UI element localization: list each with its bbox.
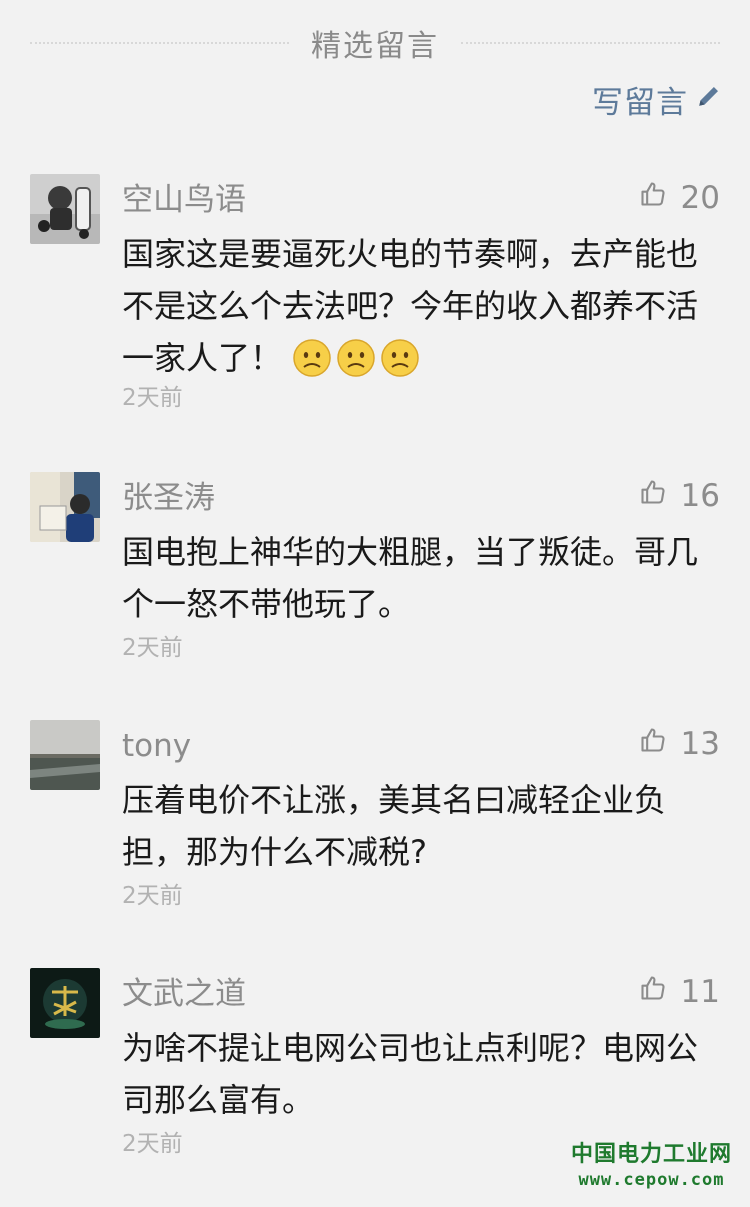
watermark-en: www.cepow.com — [578, 1170, 725, 1190]
sad-emoji-icon — [380, 339, 424, 377]
like-count: 11 — [680, 974, 720, 1010]
avatar[interactable] — [30, 720, 100, 790]
like-count: 16 — [680, 478, 720, 514]
thumbs-up-icon — [639, 180, 667, 216]
comment-nickname[interactable]: 张圣涛 — [122, 478, 215, 518]
thumbs-up-icon — [639, 974, 667, 1010]
comment-time: 2天前 — [122, 1131, 183, 1157]
write-comment-label: 写留言 — [592, 84, 688, 121]
comment-text: 为啥不提让电网公司也让点利呢？电网公司那么富有。 — [122, 1029, 699, 1119]
comment-time: 2天前 — [122, 385, 183, 411]
comment-text: 压着电价不让涨，美其名曰减轻企业负担，那为什么不减税? — [122, 781, 667, 871]
thumbs-up-icon — [639, 478, 667, 514]
avatar[interactable] — [30, 174, 100, 244]
like-count: 13 — [680, 726, 720, 762]
sad-emoji-icon — [336, 339, 380, 377]
comment-text: 国电抱上神华的大粗腿，当了叛徒。哥几个一怒不带他玩了。 — [122, 533, 699, 623]
divider-left — [30, 42, 289, 44]
comment-content: 国家这是要逼死火电的节奏啊，去产能也不是这么个去法吧？今年的收入都养不活一家人了… — [122, 228, 722, 384]
comment-nickname[interactable]: 空山鸟语 — [122, 180, 246, 220]
like-count: 20 — [680, 180, 720, 216]
thumbs-up-icon — [639, 726, 667, 762]
avatar[interactable] — [30, 472, 100, 542]
comment-nickname[interactable]: tony — [122, 726, 191, 766]
watermark: 中国电力工业网 www.cepow.com — [571, 1136, 732, 1190]
comment-time: 2天前 — [122, 635, 183, 661]
comment-nickname[interactable]: 文武之道 — [122, 974, 246, 1014]
sad-emoji-icon — [292, 339, 336, 377]
like-button[interactable]: 16 — [639, 476, 720, 516]
comments-page: 精选留言 写留言 空山鸟语 20 国家这是要逼死火电的节奏啊，去产能也不是这么个… — [0, 0, 750, 1207]
watermark-cn: 中国电力工业网 — [570, 1142, 732, 1167]
like-button[interactable]: 11 — [639, 972, 720, 1012]
comment-time: 2天前 — [122, 883, 183, 909]
write-comment-button[interactable]: 写留言 — [592, 76, 722, 122]
like-button[interactable]: 20 — [639, 178, 720, 218]
pencil-icon — [696, 81, 722, 117]
avatar[interactable] — [30, 968, 100, 1038]
divider-right — [461, 42, 720, 44]
section-title: 精选留言 — [311, 29, 439, 64]
section-header: 精选留言 — [30, 18, 720, 68]
like-button[interactable]: 13 — [639, 724, 720, 764]
